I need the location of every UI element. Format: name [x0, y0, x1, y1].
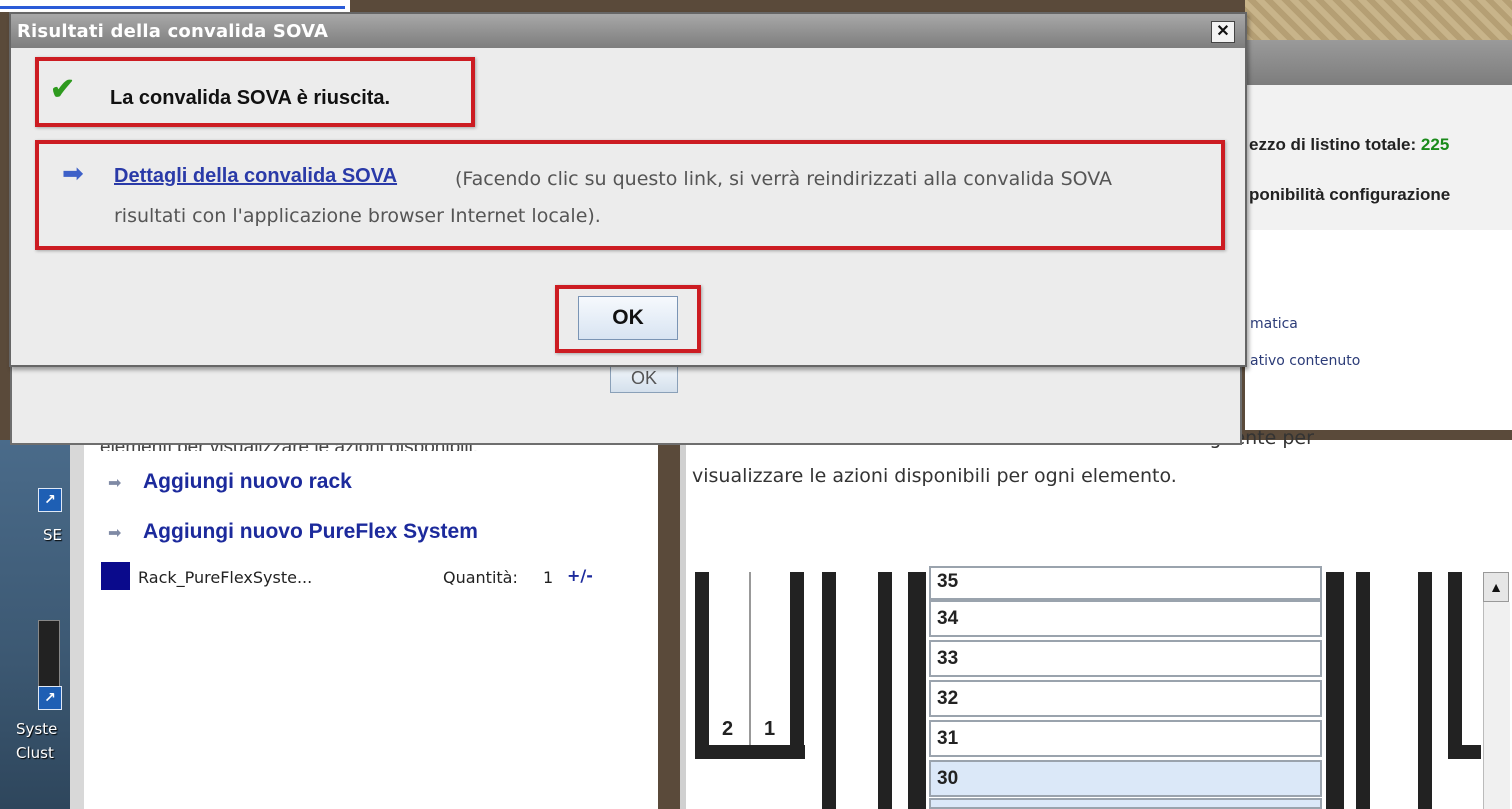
scroll-up-button[interactable]: ▲ — [1483, 572, 1509, 602]
rack-frame — [908, 572, 926, 809]
side-link[interactable]: ativo contenuto — [1250, 353, 1360, 369]
details-note: (Facendo clic su questo link, si verrà r… — [455, 168, 1113, 190]
app-header-bar — [1245, 40, 1512, 85]
rack-frame — [878, 572, 892, 809]
arrow-right-icon: ➡ — [62, 158, 84, 188]
sova-details-link[interactable]: Dettagli della convalida SOVA — [114, 165, 397, 188]
desktop-background: ↗ SE ↗ Syste Clust — [0, 440, 70, 809]
rack-frame — [1418, 572, 1432, 809]
dialog-title-bar[interactable]: Risultati della convalida SOVA ✕ — [11, 14, 1245, 48]
total-price-label: ezzo di listino totale: 225 — [1249, 135, 1450, 154]
arrow-right-icon: ➡ — [108, 475, 122, 492]
rack-slot[interactable]: 34 — [929, 600, 1322, 637]
side-links-area: matica ativo contenuto — [1245, 230, 1512, 430]
rack-frame — [695, 745, 805, 759]
checkmark-icon: ✔ — [50, 73, 76, 106]
desktop-icon-label: Syste — [16, 720, 58, 738]
shortcut-arrow-icon[interactable]: ↗ — [38, 488, 62, 512]
details-note-line2: risultati con l'applicazione browser Int… — [114, 205, 601, 227]
rack-slot[interactable] — [929, 798, 1322, 809]
top-link-fragment[interactable] — [0, 0, 350, 12]
add-rack-link[interactable]: Aggiungi nuovo rack — [143, 470, 352, 494]
instruction-line2: visualizzare le azioni disponibili per o… — [692, 465, 1177, 487]
shortcut-arrow-icon[interactable]: ↗ — [38, 686, 62, 710]
rack-frame — [1448, 745, 1481, 759]
close-button[interactable]: ✕ — [1211, 21, 1235, 43]
ok-button[interactable]: OK — [578, 296, 678, 340]
rack-column-number: 2 — [722, 718, 734, 740]
quantity-adjust-button[interactable]: +/- — [567, 566, 593, 585]
rack-frame — [822, 572, 836, 809]
left-panel — [70, 440, 658, 809]
rack-color-icon — [101, 562, 130, 590]
quantity-label: Quantità: — [443, 568, 518, 587]
highlight-box — [35, 140, 1225, 250]
total-price-value: 225 — [1420, 135, 1450, 154]
rack-slot[interactable]: 31 — [929, 720, 1322, 757]
desktop-icon-label: SE — [43, 526, 62, 544]
rack-slot-selected[interactable]: 30 — [929, 760, 1322, 797]
rack-slot[interactable]: 32 — [929, 680, 1322, 717]
rack-frame — [1356, 572, 1370, 809]
rack-divider — [749, 572, 751, 745]
add-pureflex-link[interactable]: Aggiungi nuovo PureFlex System — [143, 520, 478, 544]
desktop-wallpaper — [1245, 0, 1512, 40]
rack-frame — [1448, 572, 1462, 757]
link-underline — [0, 6, 345, 9]
rack-column-number: 1 — [764, 718, 776, 740]
config-info-bar: ezzo di listino totale: 225 ponibilità c… — [1245, 85, 1512, 231]
rack-frame — [790, 572, 804, 757]
rack-slot[interactable]: 35 — [929, 566, 1322, 600]
rack-frame — [695, 572, 709, 757]
rack-name[interactable]: Rack_PureFlexSyste... — [138, 568, 312, 587]
server-icon[interactable] — [38, 620, 60, 692]
success-message: La convalida SOVA è riuscita. — [110, 87, 391, 109]
background-ok-button[interactable]: OK — [610, 363, 678, 393]
rack-frame — [1326, 572, 1344, 809]
rack-slot[interactable]: 33 — [929, 640, 1322, 677]
scrollbar-track[interactable] — [1483, 602, 1510, 809]
quantity-value: 1 — [543, 568, 554, 587]
arrow-right-icon: ➡ — [108, 525, 122, 542]
side-link[interactable]: matica — [1250, 316, 1298, 332]
desktop-icon-label: Clust — [16, 744, 54, 762]
availability-label: ponibilità configurazione — [1249, 185, 1451, 204]
dialog-title: Risultati della convalida SOVA — [17, 21, 329, 42]
